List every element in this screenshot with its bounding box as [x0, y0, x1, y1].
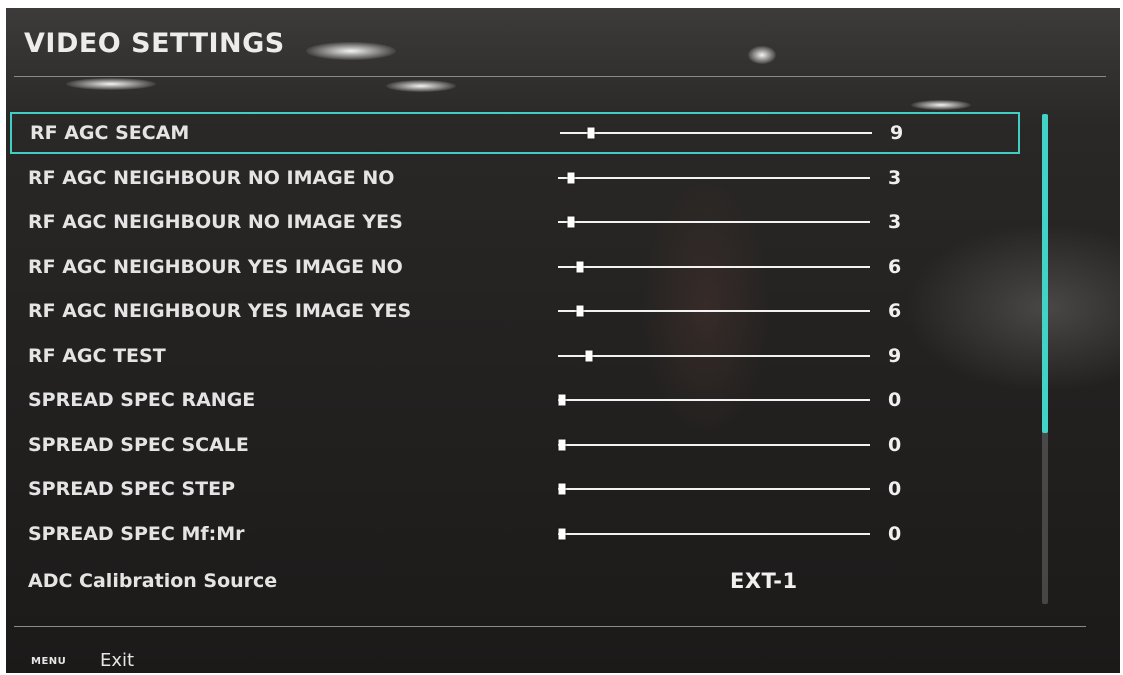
adc-calibration-source-value: EXT-1	[730, 569, 798, 593]
slider-handle[interactable]	[558, 439, 566, 450]
slider-value: 3	[888, 166, 902, 189]
page-title: VIDEO SETTINGS	[24, 28, 285, 59]
slider-handle[interactable]	[576, 305, 584, 317]
slider-track[interactable]	[558, 261, 870, 272]
slider-row-label: SPREAD SPEC RANGE	[28, 389, 256, 411]
slider-row[interactable]: RF AGC NEIGHBOUR NO IMAGE YES 3	[10, 201, 1020, 243]
menu-key-label: MENU	[31, 656, 67, 667]
slider-handle[interactable]	[558, 483, 566, 495]
slider-track[interactable]	[558, 305, 870, 317]
title-divider	[14, 76, 1106, 77]
slider-handle[interactable]	[558, 394, 566, 406]
slider-row[interactable]: RF AGC NEIGHBOUR YES IMAGE YES 6	[10, 290, 1020, 332]
slider-handle[interactable]	[558, 528, 566, 539]
slider-track[interactable]	[560, 127, 872, 139]
ceiling-light-reflection	[748, 46, 776, 64]
adc-calibration-source-label: ADC Calibration Source	[28, 570, 278, 592]
tv-screen: VIDEO SETTINGS RF AGC SECAM 9 RF AGC NEIGH…	[6, 8, 1120, 673]
slider-track[interactable]	[558, 439, 870, 450]
ceiling-light-reflection	[66, 78, 156, 90]
slider-row-label: SPREAD SPEC Mf:Mr	[28, 522, 245, 545]
slider-row-label: RF AGC NEIGHBOUR YES IMAGE YES	[28, 300, 412, 322]
exit-hint[interactable]: Exit	[100, 650, 134, 671]
slider-track[interactable]	[558, 350, 870, 361]
slider-row-label: RF AGC SECAM	[30, 122, 190, 144]
slider-row-label: RF AGC NEIGHBOUR NO IMAGE YES	[28, 211, 403, 233]
slider-row-label: SPREAD SPEC STEP	[28, 478, 236, 500]
slider-row[interactable]: RF AGC TEST 9	[10, 335, 1020, 377]
slider-handle[interactable]	[585, 350, 593, 361]
slider-row-label: RF AGC NEIGHBOUR YES IMAGE NO	[28, 255, 403, 278]
slider-row[interactable]: SPREAD SPEC RANGE 0	[10, 379, 1020, 421]
slider-value: 0	[888, 389, 902, 411]
slider-value: 0	[888, 522, 902, 545]
slider-value: 9	[888, 344, 902, 367]
slider-value: 0	[888, 433, 902, 456]
slider-value: 6	[888, 300, 902, 322]
slider-value: 6	[888, 255, 902, 278]
slider-value: 9	[890, 122, 904, 144]
slider-track[interactable]	[558, 483, 870, 495]
ceiling-light-reflection	[911, 100, 971, 110]
slider-row[interactable]: RF AGC NEIGHBOUR NO IMAGE NO 3	[10, 157, 1020, 199]
slider-row[interactable]: RF AGC SECAM 9	[10, 112, 1020, 154]
slider-handle[interactable]	[587, 127, 595, 139]
slider-row[interactable]: SPREAD SPEC SCALE 0	[10, 424, 1020, 466]
scrollbar[interactable]	[1042, 114, 1048, 604]
slider-row-label: SPREAD SPEC SCALE	[28, 433, 249, 456]
footer-divider	[14, 626, 1086, 627]
slider-track[interactable]	[558, 216, 870, 228]
slider-row[interactable]: SPREAD SPEC Mf:Mr 0	[10, 513, 1020, 555]
scrollbar-thumb[interactable]	[1042, 114, 1048, 433]
slider-handle[interactable]	[567, 172, 575, 183]
slider-row[interactable]: RF AGC NEIGHBOUR YES IMAGE NO 6	[10, 246, 1020, 288]
slider-track[interactable]	[558, 528, 870, 539]
slider-handle[interactable]	[567, 216, 575, 228]
slider-row-label: RF AGC NEIGHBOUR NO IMAGE NO	[28, 166, 395, 189]
slider-value: 0	[888, 478, 902, 500]
ceiling-light-reflection	[386, 80, 456, 92]
slider-row[interactable]: SPREAD SPEC STEP 0	[10, 468, 1020, 510]
ceiling-light-reflection	[306, 42, 396, 60]
slider-track[interactable]	[558, 394, 870, 406]
adc-calibration-source-row[interactable]: ADC Calibration Source EXT-1	[10, 560, 1020, 602]
slider-track[interactable]	[558, 172, 870, 183]
slider-handle[interactable]	[576, 261, 584, 272]
slider-row-label: RF AGC TEST	[28, 344, 166, 367]
slider-value: 3	[888, 211, 902, 233]
